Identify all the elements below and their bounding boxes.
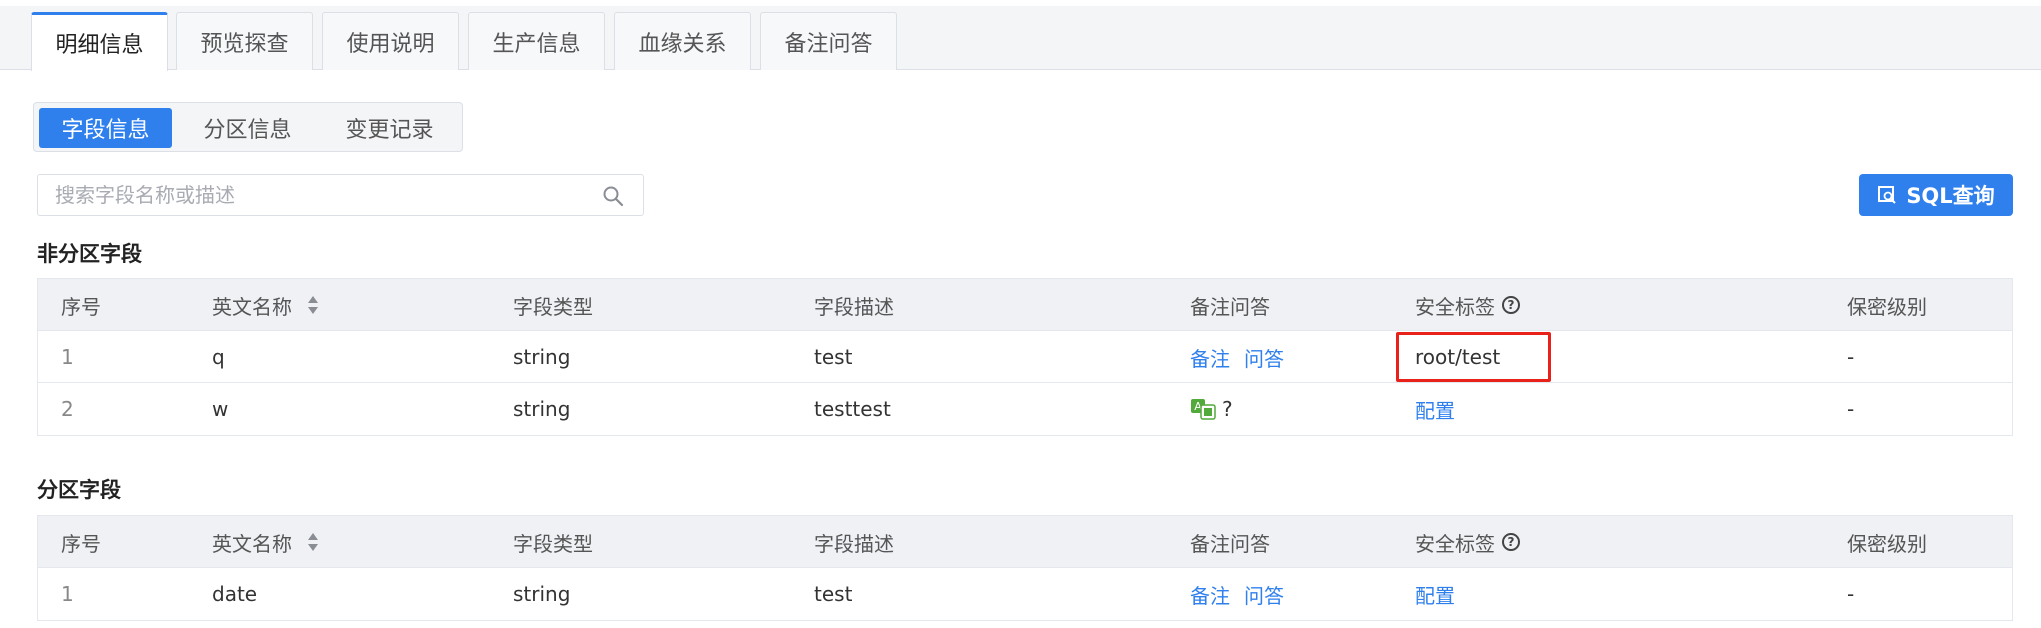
remark-link[interactable]: 备注 bbox=[1190, 580, 1230, 609]
remark-link[interactable]: 备注 bbox=[1190, 343, 1230, 372]
header-desc: 字段描述 bbox=[814, 294, 894, 319]
row-remark-actions: 备注 问答 bbox=[1190, 568, 1284, 620]
header-name-label: 英文名称 bbox=[212, 294, 292, 319]
row-index: 1 bbox=[61, 345, 74, 369]
header-type: 字段类型 bbox=[513, 531, 593, 556]
row-type: string bbox=[513, 397, 571, 421]
search-icon[interactable] bbox=[601, 184, 625, 208]
header-remark-qa: 备注问答 bbox=[1190, 531, 1270, 556]
config-link[interactable]: 配置 bbox=[1415, 568, 1455, 620]
qa-link[interactable]: 问答 bbox=[1244, 343, 1284, 372]
question-mark[interactable]: ? bbox=[1222, 397, 1233, 421]
row-desc: testtest bbox=[814, 397, 891, 421]
row-desc: test bbox=[814, 345, 853, 369]
section-title-non-partition: 非分区字段 bbox=[37, 242, 142, 266]
translate-icon[interactable]: A bbox=[1190, 398, 1216, 420]
header-secret-level: 保密级别 bbox=[1847, 294, 1927, 319]
header-name-label: 英文名称 bbox=[212, 531, 292, 556]
row-index: 1 bbox=[61, 582, 74, 606]
header-security-tag-label: 安全标签 bbox=[1415, 531, 1495, 556]
help-circle-icon[interactable]: ? bbox=[1502, 533, 1520, 551]
sort-icon[interactable] bbox=[306, 294, 320, 316]
table-header: 序号 英文名称 字段类型 字段描述 备注问答 安全标签 ? 保密级别 bbox=[38, 279, 2012, 331]
subtab-partitions[interactable]: 分区信息 bbox=[181, 108, 314, 148]
top-tab-bar: 明细信息 预览探查 使用说明 生产信息 血缘关系 备注问答 bbox=[0, 6, 2041, 71]
table-row: 1 q string test 备注 问答 root/test - bbox=[38, 331, 2012, 383]
partition-table: 序号 英文名称 字段类型 字段描述 备注问答 安全标签 ? 保密级别 1 dat… bbox=[37, 515, 2013, 621]
header-secret-level: 保密级别 bbox=[1847, 531, 1927, 556]
table-header: 序号 英文名称 字段类型 字段描述 备注问答 安全标签 ? 保密级别 bbox=[38, 516, 2012, 568]
tab-usage[interactable]: 使用说明 bbox=[322, 12, 459, 70]
row-name: date bbox=[212, 582, 258, 606]
header-desc: 字段描述 bbox=[814, 531, 894, 556]
row-index: 2 bbox=[61, 397, 74, 421]
header-security-tag: 安全标签 ? bbox=[1415, 279, 1520, 331]
header-security-tag-label: 安全标签 bbox=[1415, 294, 1495, 319]
subtab-group: 字段信息 分区信息 变更记录 bbox=[33, 102, 463, 152]
subtab-changelog[interactable]: 变更记录 bbox=[323, 108, 456, 148]
sql-query-button[interactable]: SQL查询 bbox=[1859, 174, 2013, 216]
header-remark-qa: 备注问答 bbox=[1190, 294, 1270, 319]
row-type: string bbox=[513, 345, 571, 369]
header-name[interactable]: 英文名称 bbox=[212, 516, 320, 568]
header-index: 序号 bbox=[61, 294, 101, 319]
tab-remarks-qa[interactable]: 备注问答 bbox=[760, 12, 897, 70]
help-circle-icon[interactable]: ? bbox=[1502, 296, 1520, 314]
row-type: string bbox=[513, 582, 571, 606]
non-partition-table: 序号 英文名称 字段类型 字段描述 备注问答 安全标签 ? 保密级别 1 q s… bbox=[37, 278, 2013, 436]
header-name[interactable]: 英文名称 bbox=[212, 279, 320, 331]
row-remark-actions: A ? bbox=[1190, 383, 1233, 435]
row-security-tag: root/test bbox=[1415, 345, 1501, 369]
row-secret-level: - bbox=[1847, 345, 1855, 369]
qa-link[interactable]: 问答 bbox=[1244, 580, 1284, 609]
header-type: 字段类型 bbox=[513, 294, 593, 319]
row-secret-level: - bbox=[1847, 582, 1855, 606]
table-row: 1 date string test 备注 问答 配置 - bbox=[38, 568, 2012, 620]
sort-icon[interactable] bbox=[306, 531, 320, 553]
header-security-tag: 安全标签 ? bbox=[1415, 516, 1520, 568]
tab-preview[interactable]: 预览探查 bbox=[176, 12, 313, 70]
table-row: 2 w string testtest A ? 配置 - bbox=[38, 383, 2012, 435]
sql-query-icon bbox=[1878, 186, 1897, 204]
row-name: q bbox=[212, 345, 225, 369]
tab-production[interactable]: 生产信息 bbox=[468, 12, 605, 70]
config-link[interactable]: 配置 bbox=[1415, 383, 1455, 435]
search-box bbox=[37, 174, 644, 216]
header-index: 序号 bbox=[61, 531, 101, 556]
row-name: w bbox=[212, 397, 229, 421]
subtab-fields[interactable]: 字段信息 bbox=[39, 108, 172, 148]
sql-query-label: SQL查询 bbox=[1906, 184, 1995, 208]
search-input[interactable] bbox=[55, 175, 595, 215]
tab-detail-info[interactable]: 明细信息 bbox=[31, 12, 168, 71]
section-title-partition: 分区字段 bbox=[37, 478, 121, 502]
row-secret-level: - bbox=[1847, 397, 1855, 421]
row-remark-actions: 备注 问答 bbox=[1190, 331, 1284, 383]
tab-lineage[interactable]: 血缘关系 bbox=[614, 12, 751, 70]
row-desc: test bbox=[814, 582, 853, 606]
